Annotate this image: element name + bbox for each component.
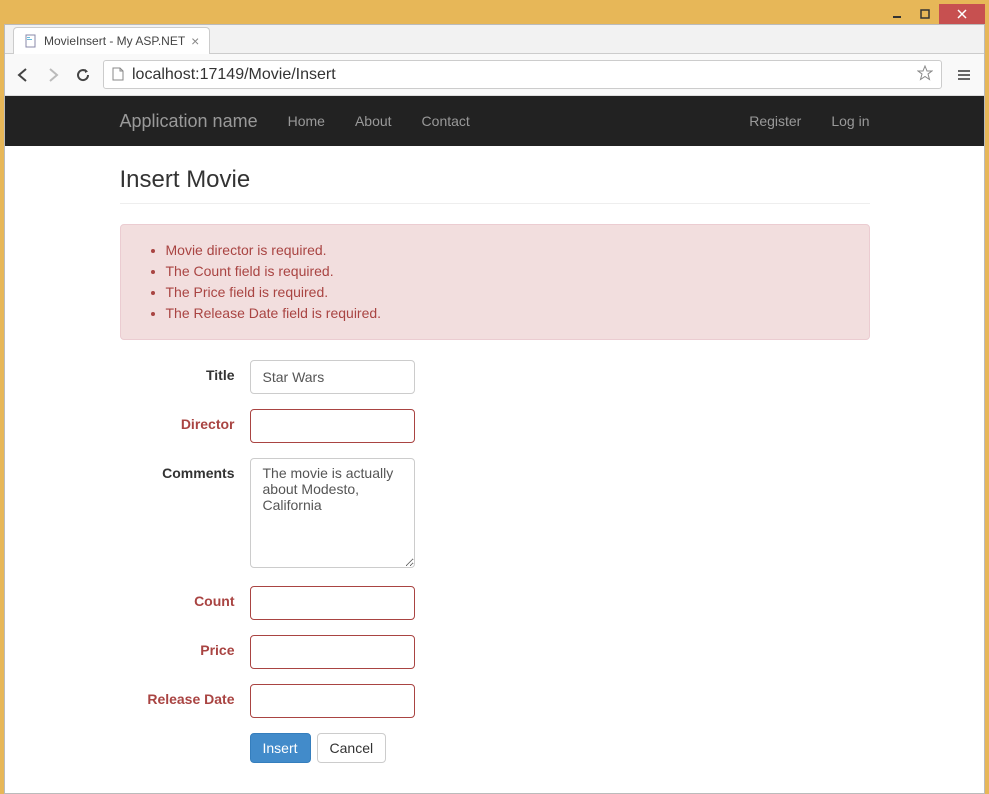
- label-comments: Comments: [120, 458, 250, 481]
- page-icon: [112, 67, 126, 83]
- browser-tabstrip: MovieInsert - My ASP.NET ×: [5, 25, 984, 54]
- label-director: Director: [120, 409, 250, 432]
- nav-link-about[interactable]: About: [355, 113, 392, 129]
- title-input[interactable]: [250, 360, 415, 394]
- insert-button[interactable]: Insert: [250, 733, 311, 763]
- window-frame: MovieInsert - My ASP.NET × localhost:171…: [0, 0, 989, 750]
- tab-close-icon[interactable]: ×: [191, 33, 199, 49]
- browser-tab[interactable]: MovieInsert - My ASP.NET ×: [13, 27, 210, 54]
- tab-favicon-icon: [24, 34, 38, 48]
- form-group-release-date: Release Date: [120, 684, 870, 718]
- url-input[interactable]: localhost:17149/Movie/Insert: [132, 66, 911, 84]
- label-price: Price: [120, 635, 250, 658]
- release-date-input[interactable]: [250, 684, 415, 718]
- cancel-button[interactable]: Cancel: [317, 733, 387, 763]
- form-group-director: Director: [120, 409, 870, 443]
- nav-link-home[interactable]: Home: [288, 113, 325, 129]
- form-group-count: Count: [120, 586, 870, 620]
- price-input[interactable]: [250, 635, 415, 669]
- window-minimize-button[interactable]: [883, 4, 911, 24]
- validation-error: Movie director is required.: [166, 240, 849, 261]
- window-close-button[interactable]: [939, 4, 985, 24]
- form-group-comments: Comments: [120, 458, 870, 571]
- site-navbar: Application name Home About Contact Regi…: [5, 96, 984, 146]
- validation-error: The Release Date field is required.: [166, 303, 849, 324]
- window-maximize-button[interactable]: [911, 4, 939, 24]
- browser-toolbar: localhost:17149/Movie/Insert: [5, 54, 984, 96]
- page-viewport[interactable]: Application name Home About Contact Regi…: [5, 96, 984, 793]
- label-count: Count: [120, 586, 250, 609]
- forward-button[interactable]: [43, 65, 63, 85]
- validation-error: The Price field is required.: [166, 282, 849, 303]
- label-title: Title: [120, 360, 250, 383]
- browser-menu-button[interactable]: [952, 63, 976, 87]
- form-group-title: Title: [120, 360, 870, 394]
- count-input[interactable]: [250, 586, 415, 620]
- validation-error: The Count field is required.: [166, 261, 849, 282]
- url-text: localhost:17149/Movie/Insert: [132, 66, 336, 83]
- tab-title: MovieInsert - My ASP.NET: [44, 34, 185, 48]
- form-group-price: Price: [120, 635, 870, 669]
- window-titlebar: [4, 4, 985, 24]
- browser-window: MovieInsert - My ASP.NET × localhost:171…: [4, 24, 985, 794]
- back-button[interactable]: [13, 65, 33, 85]
- director-input[interactable]: [250, 409, 415, 443]
- page-container: Insert Movie Movie director is required.…: [105, 146, 885, 793]
- reload-button[interactable]: [73, 65, 93, 85]
- navbar-brand[interactable]: Application name: [120, 111, 258, 132]
- nav-link-register[interactable]: Register: [749, 113, 801, 129]
- label-release-date: Release Date: [120, 684, 250, 707]
- nav-link-contact[interactable]: Contact: [422, 113, 470, 129]
- address-bar[interactable]: localhost:17149/Movie/Insert: [103, 60, 942, 89]
- validation-summary: Movie director is required. The Count fi…: [120, 224, 870, 340]
- page-title: Insert Movie: [120, 166, 870, 204]
- bookmark-star-icon[interactable]: [917, 65, 933, 84]
- movie-form: Title Director Comments: [120, 360, 870, 763]
- form-actions: Insert Cancel: [250, 733, 870, 763]
- nav-link-login[interactable]: Log in: [831, 113, 869, 129]
- comments-textarea[interactable]: [250, 458, 415, 568]
